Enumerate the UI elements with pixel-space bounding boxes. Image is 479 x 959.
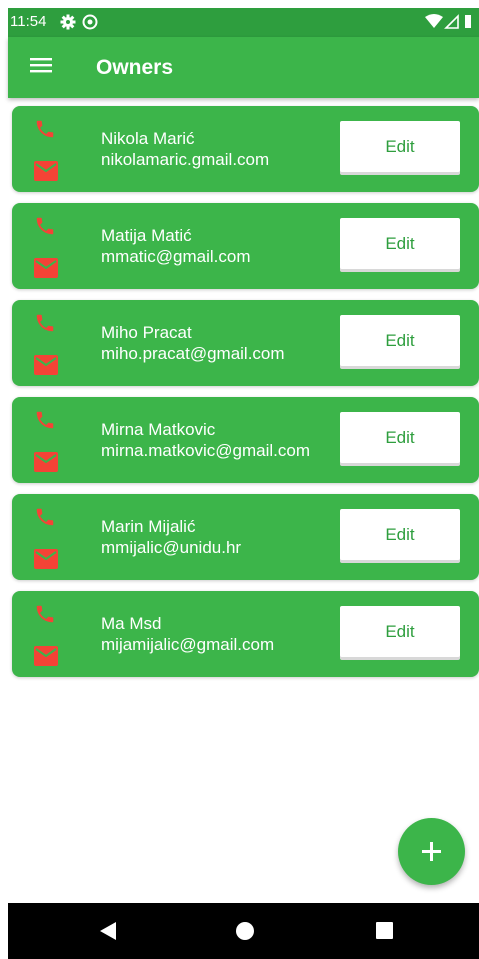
page-title: Owners <box>96 56 174 79</box>
sync-icon <box>82 14 98 30</box>
status-bar: 11:54 <box>8 8 479 37</box>
owner-email: mijamijalic@gmail.com <box>101 635 275 654</box>
owner-card: Marin Mijalić mmijalic@unidu.hr Edit <box>12 494 479 580</box>
owner-info: Matija Matić mmatic@gmail.com <box>101 225 329 267</box>
mail-icon[interactable] <box>34 452 58 477</box>
mail-icon[interactable] <box>34 161 58 186</box>
recents-icon[interactable] <box>374 920 394 945</box>
owner-name: Nikola Marić <box>101 129 195 148</box>
owner-email: nikolamaric.gmail.com <box>101 150 270 169</box>
phone-icon[interactable] <box>34 409 56 436</box>
owner-info: Nikola Marić nikolamaric.gmail.com <box>101 128 329 170</box>
edit-button[interactable]: Edit <box>340 412 460 463</box>
owner-name: Ma Msd <box>101 614 162 633</box>
system-nav-bar <box>8 903 479 959</box>
edit-button[interactable]: Edit <box>340 121 460 172</box>
owner-card: Nikola Marić nikolamaric.gmail.com Edit <box>12 106 479 192</box>
phone-icon[interactable] <box>34 118 56 145</box>
owner-card: Mirna Matkovic mirna.matkovic@gmail.com … <box>12 397 479 483</box>
signal-icon <box>444 14 459 29</box>
edit-button[interactable]: Edit <box>340 509 460 560</box>
owner-email: mirna.matkovic@gmail.com <box>101 441 311 460</box>
battery-icon <box>465 15 471 28</box>
owner-info: Ma Msd mijamijalic@gmail.com <box>101 613 329 655</box>
owner-info: Mirna Matkovic mirna.matkovic@gmail.com <box>101 419 329 461</box>
mail-icon[interactable] <box>34 258 58 283</box>
edit-button[interactable]: Edit <box>340 606 460 657</box>
owner-email: mmijalic@unidu.hr <box>101 538 242 557</box>
app-bar: Owners <box>8 37 479 98</box>
wifi-icon <box>425 14 443 28</box>
back-icon[interactable] <box>98 920 118 947</box>
status-time: 11:54 <box>10 13 47 30</box>
owner-list: Nikola Marić nikolamaric.gmail.com Edit … <box>12 106 479 688</box>
mail-icon[interactable] <box>34 646 58 671</box>
phone-icon[interactable] <box>34 603 56 630</box>
settings-icon <box>60 14 76 30</box>
mail-icon[interactable] <box>34 355 58 380</box>
status-icons-right <box>425 14 473 35</box>
phone-icon[interactable] <box>34 506 56 533</box>
phone-icon[interactable] <box>34 215 56 242</box>
home-icon[interactable] <box>234 920 256 947</box>
owner-info: Miho Pracat miho.pracat@gmail.com <box>101 322 329 364</box>
owner-email: miho.pracat@gmail.com <box>101 344 285 363</box>
owner-name: Mirna Matkovic <box>101 420 216 439</box>
edit-button[interactable]: Edit <box>340 315 460 366</box>
owner-name: Marin Mijalić <box>101 517 196 536</box>
owner-card: Ma Msd mijamijalic@gmail.com Edit <box>12 591 479 677</box>
owner-email: mmatic@gmail.com <box>101 247 251 266</box>
edit-button[interactable]: Edit <box>340 218 460 269</box>
owner-name: Miho Pracat <box>101 323 192 342</box>
owner-card: Matija Matić mmatic@gmail.com Edit <box>12 203 479 289</box>
mail-icon[interactable] <box>34 549 58 574</box>
menu-icon[interactable] <box>30 56 52 79</box>
add-owner-button[interactable] <box>398 818 465 885</box>
owner-card: Miho Pracat miho.pracat@gmail.com Edit <box>12 300 479 386</box>
add-icon <box>422 842 441 861</box>
status-icons-left <box>60 13 102 36</box>
phone-icon[interactable] <box>34 312 56 339</box>
owner-name: Matija Matić <box>101 226 192 245</box>
owner-info: Marin Mijalić mmijalic@unidu.hr <box>101 516 329 558</box>
